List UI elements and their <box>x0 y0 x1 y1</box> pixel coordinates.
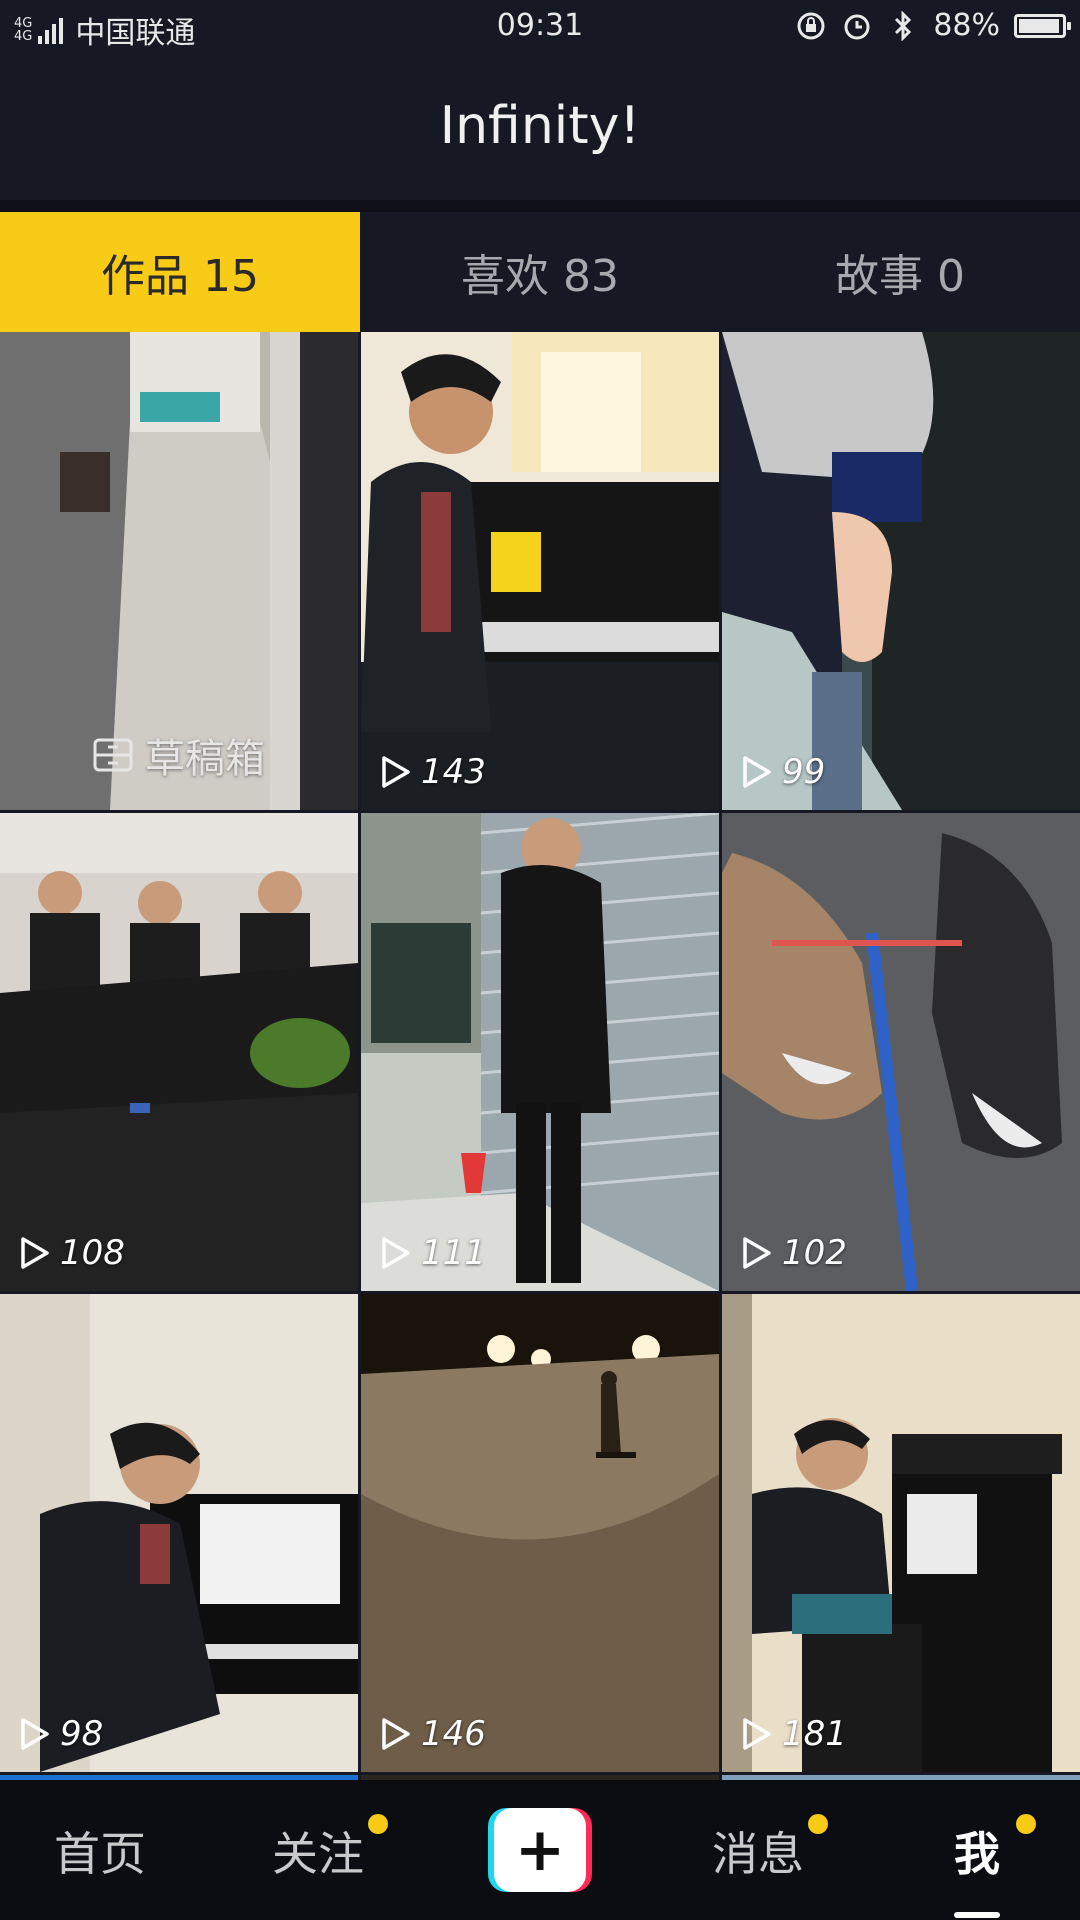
me-notification-dot <box>1016 1814 1036 1834</box>
bluetooth-icon <box>887 10 919 42</box>
nav-follow[interactable]: 关注 <box>272 1818 364 1884</box>
draft-box-tile[interactable]: 草稿箱 <box>0 332 358 810</box>
play-icon <box>743 1718 771 1750</box>
view-count-value: 143 <box>421 752 486 792</box>
bottom-nav: 首页 关注 + 消息 我 <box>0 1780 1080 1920</box>
video-tile[interactable]: 108 <box>0 813 358 1291</box>
plus-icon: + <box>494 1808 586 1892</box>
video-thumbnail <box>361 1294 719 1772</box>
view-count: 146 <box>379 1714 486 1754</box>
battery-icon <box>1014 13 1071 38</box>
play-icon <box>21 1237 49 1269</box>
profile-header: Infinity! <box>0 56 1080 200</box>
tab-stories[interactable]: 故事 0 <box>720 212 1080 332</box>
video-tile[interactable]: 181 <box>722 1294 1080 1772</box>
view-count: 99 <box>740 752 825 792</box>
create-video-button[interactable]: + <box>488 1808 592 1892</box>
page-title: Infinity! <box>439 96 641 156</box>
follow-notification-dot <box>368 1814 388 1834</box>
view-count-value: 102 <box>782 1233 847 1273</box>
video-thumbnail <box>361 332 719 810</box>
battery-percent: 88% <box>933 8 1000 43</box>
play-icon <box>743 1237 771 1269</box>
video-tile[interactable]: 98 <box>0 1294 358 1772</box>
video-grid: 草稿箱 143 99 108 111 102 98 146 181 <box>0 332 1080 1780</box>
view-count: 181 <box>740 1714 847 1754</box>
status-right: 88% <box>795 8 1071 43</box>
view-count: 143 <box>379 752 486 792</box>
view-count-value: 146 <box>421 1714 486 1754</box>
video-tile[interactable]: 111 <box>361 813 719 1291</box>
view-count: 108 <box>18 1233 125 1273</box>
tab-likes[interactable]: 喜欢 83 <box>360 212 720 332</box>
profile-tabs: 作品 15 喜欢 83 故事 0 <box>0 212 1080 332</box>
nav-messages[interactable]: 消息 <box>712 1818 804 1884</box>
video-thumbnail <box>0 1294 358 1772</box>
view-count-value: 111 <box>421 1233 486 1273</box>
status-bar: 4G 4G 中国联通 09:31 88% <box>0 0 1080 56</box>
messages-notification-dot <box>808 1814 828 1834</box>
view-count: 111 <box>379 1233 486 1273</box>
video-thumbnail <box>722 332 1080 810</box>
video-thumbnail <box>361 813 719 1291</box>
video-thumbnail <box>722 1294 1080 1772</box>
view-count-value: 99 <box>782 752 826 792</box>
video-tile[interactable]: 102 <box>722 813 1080 1291</box>
nav-me[interactable]: 我 <box>954 1818 1000 1884</box>
header-divider <box>0 200 1080 212</box>
tab-works[interactable]: 作品 15 <box>0 212 360 332</box>
alarm-icon <box>841 10 873 42</box>
play-icon <box>382 1237 410 1269</box>
video-thumbnail <box>0 813 358 1291</box>
view-count-value: 98 <box>60 1714 104 1754</box>
video-tile[interactable]: 143 <box>361 332 719 810</box>
rotation-lock-icon <box>795 10 827 42</box>
draft-box-text: 草稿箱 <box>145 736 265 782</box>
play-icon <box>382 1718 410 1750</box>
view-count: 102 <box>740 1233 847 1273</box>
play-icon <box>743 756 771 788</box>
active-tab-indicator <box>954 1912 1000 1918</box>
nav-home[interactable]: 首页 <box>54 1818 146 1884</box>
drafts-icon <box>93 738 133 772</box>
play-icon <box>382 756 410 788</box>
play-icon <box>21 1718 49 1750</box>
video-tile[interactable]: 99 <box>722 332 1080 810</box>
video-thumbnail <box>722 813 1080 1291</box>
view-count-value: 108 <box>60 1233 125 1273</box>
draft-box-label: 草稿箱 <box>0 726 358 784</box>
view-count-value: 181 <box>782 1714 847 1754</box>
view-count: 98 <box>18 1714 103 1754</box>
video-tile[interactable]: 146 <box>361 1294 719 1772</box>
